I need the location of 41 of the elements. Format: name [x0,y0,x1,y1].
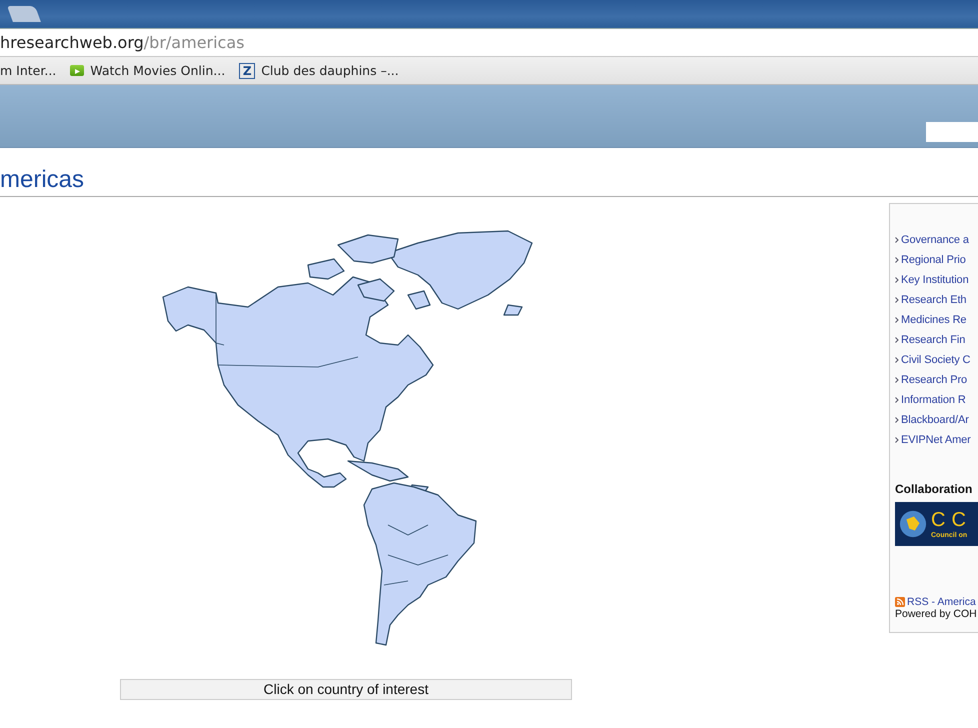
sidebar-link[interactable]: Information R [895,392,978,408]
chevron-icon [895,357,899,363]
page-title: mericas [0,164,978,197]
globe-icon [899,510,927,538]
sidebar-link[interactable]: Research Eth [895,292,978,308]
bookmark-link[interactable]: Z Club des dauphins –... [239,62,399,78]
chevron-icon [895,337,899,343]
chevron-icon [895,297,899,303]
chevron-icon [895,377,899,383]
chevron-icon [895,397,899,403]
rss-link[interactable]: RSS - America [895,596,978,608]
search-field[interactable] [926,122,978,142]
sidebar-link[interactable]: Medicines Re [895,312,978,328]
play-icon [70,65,84,76]
chevron-icon [895,317,899,323]
url-path: /br/americas [144,33,244,52]
browser-tab[interactable] [7,6,41,22]
chevron-icon [895,237,899,243]
sidebar-link[interactable]: Governance a [895,232,978,248]
sidebar-link[interactable]: Blackboard/Ar [895,412,978,428]
bookmark-link[interactable]: m Inter... [0,63,56,78]
sidebar-link[interactable]: Regional Prio [895,252,978,268]
collaboration-heading: Collaboration [895,482,974,496]
sidebar-link[interactable]: Research Pro [895,372,978,388]
sidebar-link[interactable]: Research Fin [895,332,978,348]
logo-letter: C [951,508,966,530]
bookmark-link[interactable]: Watch Movies Onlin... [70,63,226,78]
sidebar-link[interactable]: Civil Society C [895,352,978,368]
chevron-icon [895,437,899,443]
sidebar-link[interactable]: Key Institution [895,272,978,288]
logo-letter: C [931,508,946,530]
map-caption: Click on country of interest [120,679,572,700]
chevron-icon [895,417,899,423]
chevron-icon [895,257,899,263]
rss-icon [895,597,905,607]
letter-icon: Z [239,62,256,78]
powered-by-text: Powered by COH [895,608,978,620]
address-bar[interactable]: hresearchweb.org/br/americas [0,28,978,57]
url-host: hresearchweb.org [0,33,144,52]
chevron-icon [895,277,899,283]
sidebar-link[interactable]: EVIPNet Amer [895,432,978,448]
